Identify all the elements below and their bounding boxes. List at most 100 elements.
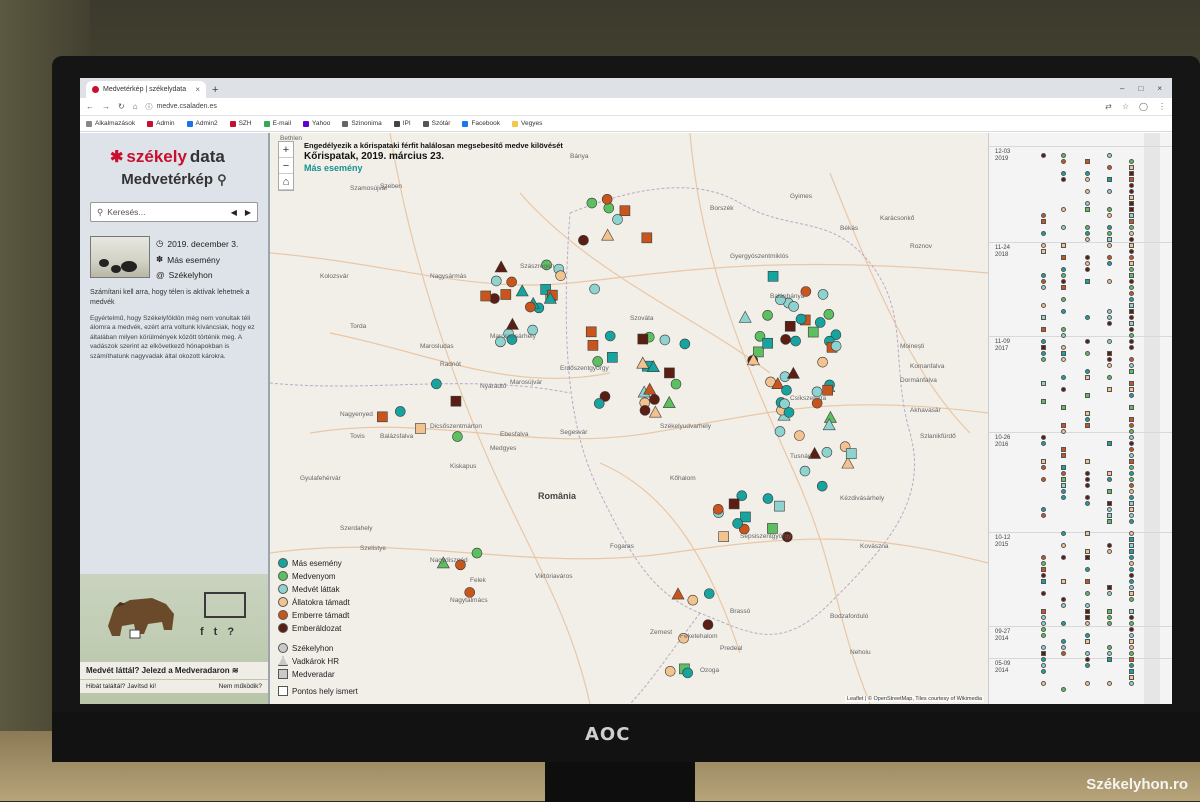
timeline-event-dot[interactable] [1129, 201, 1134, 206]
timeline-event-dot[interactable] [1107, 501, 1112, 506]
next-arrow-icon[interactable]: ▶ [245, 208, 251, 217]
bear-event-marker[interactable] [822, 447, 832, 457]
timeline-event-dot[interactable] [1061, 597, 1066, 602]
bear-event-marker[interactable] [781, 334, 791, 344]
timeline-event-dot[interactable] [1085, 201, 1090, 206]
timeline-event-dot[interactable] [1129, 285, 1134, 290]
timeline-event-dot[interactable] [1129, 309, 1134, 314]
timeline-event-dot[interactable] [1129, 219, 1134, 224]
timeline-event-dot[interactable] [1041, 153, 1046, 158]
timeline-event-dot[interactable] [1107, 207, 1112, 212]
timeline-event-dot[interactable] [1085, 555, 1090, 560]
home-icon[interactable]: ⌂ [133, 102, 138, 111]
timeline-event-dot[interactable] [1107, 255, 1112, 260]
timeline-event-dot[interactable] [1129, 327, 1134, 332]
bear-event-marker[interactable] [823, 385, 833, 395]
timeline-event-dot[interactable] [1107, 549, 1112, 554]
timeline-event-dot[interactable] [1061, 345, 1066, 350]
bear-event-marker[interactable] [663, 397, 675, 408]
timeline-event-dot[interactable] [1041, 561, 1046, 566]
timeline-event-dot[interactable] [1085, 501, 1090, 506]
timeline-event-dot[interactable] [1129, 291, 1134, 296]
timeline-event-dot[interactable] [1085, 231, 1090, 236]
bear-event-marker[interactable] [516, 285, 528, 296]
timeline-event-dot[interactable] [1085, 621, 1090, 626]
bear-event-marker[interactable] [491, 276, 501, 286]
timeline-event-dot[interactable] [1129, 681, 1134, 686]
timeline-event-dot[interactable] [1107, 363, 1112, 368]
timeline-event-dot[interactable] [1129, 639, 1134, 644]
timeline-event-dot[interactable] [1041, 345, 1046, 350]
timeline-event-dot[interactable] [1061, 405, 1066, 410]
timeline-event-dot[interactable] [1085, 189, 1090, 194]
timeline-event-dot[interactable] [1107, 237, 1112, 242]
timeline-event-dot[interactable] [1107, 351, 1112, 356]
timeline-event-dot[interactable] [1041, 219, 1046, 224]
not-working-link[interactable]: Nem működik? [219, 683, 262, 690]
close-tab-icon[interactable]: × [195, 85, 200, 94]
timeline-event-dot[interactable] [1129, 663, 1134, 668]
timeline-event-dot[interactable] [1085, 225, 1090, 230]
bear-event-marker[interactable] [605, 331, 615, 341]
bear-event-marker[interactable] [800, 466, 810, 476]
timeline-event-dot[interactable] [1041, 555, 1046, 560]
timeline-event-dot[interactable] [1107, 621, 1112, 626]
timeline-event-dot[interactable] [1129, 459, 1134, 464]
timeline-event-dot[interactable] [1107, 387, 1112, 392]
timeline-event-dot[interactable] [1129, 255, 1134, 260]
timeline-event-dot[interactable] [1061, 423, 1066, 428]
timeline-event-dot[interactable] [1085, 567, 1090, 572]
timeline-event-dot[interactable] [1129, 171, 1134, 176]
timeline-event-dot[interactable] [1129, 405, 1134, 410]
timeline-event-dot[interactable] [1129, 447, 1134, 452]
search-box[interactable]: ⚲ Keresés... ◀ ▶ [90, 202, 258, 222]
help-icon[interactable]: ? [227, 626, 234, 638]
bear-event-marker[interactable] [774, 501, 784, 511]
timeline-event-dot[interactable] [1061, 453, 1066, 458]
bookmark-item[interactable]: SZH [230, 120, 252, 127]
timeline-event-dot[interactable] [1107, 309, 1112, 314]
legend-source-item[interactable]: Székelyhon [278, 643, 358, 653]
timeline-event-dot[interactable] [1061, 471, 1066, 476]
timeline-event-dot[interactable] [1129, 489, 1134, 494]
bear-event-marker[interactable] [642, 233, 652, 243]
timeline-event-dot[interactable] [1061, 603, 1066, 608]
timeline-event-dot[interactable] [1041, 615, 1046, 620]
bear-event-marker[interactable] [640, 405, 650, 415]
reload-icon[interactable]: ↻ [118, 102, 125, 111]
zoom-in-button[interactable]: + [279, 142, 293, 158]
bookmark-item[interactable]: Szinonima [342, 120, 381, 127]
bear-event-marker[interactable] [782, 385, 792, 395]
bear-event-marker[interactable] [794, 431, 804, 441]
timeline-event-dot[interactable] [1061, 477, 1066, 482]
timeline-event-dot[interactable] [1085, 681, 1090, 686]
timeline-event-dot[interactable] [1041, 279, 1046, 284]
timeline-event-dot[interactable] [1129, 267, 1134, 272]
bear-event-marker[interactable] [472, 548, 482, 558]
timeline-event-dot[interactable] [1129, 513, 1134, 518]
forward-icon[interactable]: → [102, 102, 110, 111]
bookmark-item[interactable]: Vegyes [512, 120, 542, 127]
timeline-event-dot[interactable] [1129, 633, 1134, 638]
timeline-event-dot[interactable] [1041, 663, 1046, 668]
bookmark-item[interactable]: Alkalmazások [86, 120, 135, 127]
timeline-event-dot[interactable] [1085, 651, 1090, 656]
bear-event-marker[interactable] [787, 367, 799, 378]
bear-event-marker[interactable] [784, 407, 794, 417]
timeline-event-dot[interactable] [1085, 477, 1090, 482]
popup-headline[interactable]: Engedélyezik a kőrispataki férfit halálo… [304, 141, 563, 150]
timeline-event-dot[interactable] [1129, 417, 1134, 422]
bear-event-marker[interactable] [688, 595, 698, 605]
timeline-event-dot[interactable] [1129, 477, 1134, 482]
timeline-event-dot[interactable] [1107, 165, 1112, 170]
timeline-event-dot[interactable] [1085, 663, 1090, 668]
timeline-event-dot[interactable] [1107, 645, 1112, 650]
bear-event-marker[interactable] [704, 589, 714, 599]
timeline-event-dot[interactable] [1085, 237, 1090, 242]
timeline-event-dot[interactable] [1061, 645, 1066, 650]
timeline-event-dot[interactable] [1129, 387, 1134, 392]
timeline-event-dot[interactable] [1107, 441, 1112, 446]
timeline-event-dot[interactable] [1129, 249, 1134, 254]
timeline-event-dot[interactable] [1129, 549, 1134, 554]
timeline-event-dot[interactable] [1129, 369, 1134, 374]
